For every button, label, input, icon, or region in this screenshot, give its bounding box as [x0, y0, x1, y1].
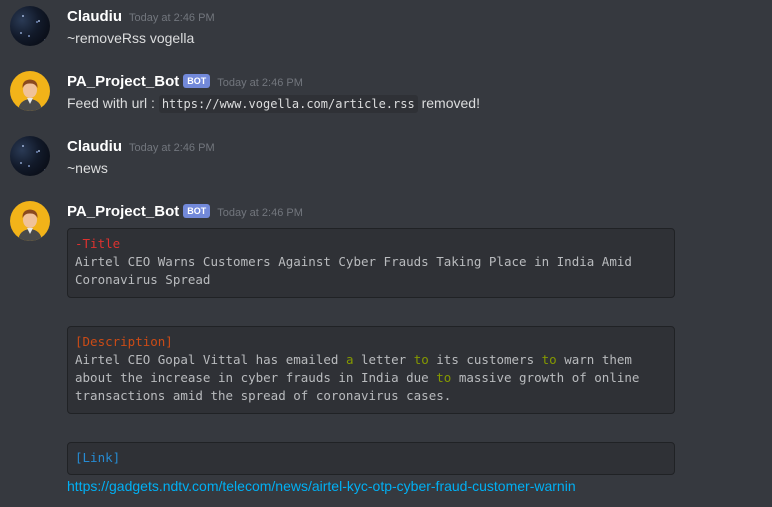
- username[interactable]: PA_Project_Bot: [67, 203, 179, 220]
- description-text: Airtel CEO Gopal Vittal has emailed: [75, 352, 346, 367]
- description-text: letter: [353, 352, 414, 367]
- user-avatar[interactable]: [10, 136, 50, 176]
- message-header: PA_Project_Bot BOT Today at 2:46 PM: [67, 203, 303, 221]
- username[interactable]: Claudiu: [67, 138, 122, 155]
- title-tag: -Title: [75, 236, 121, 251]
- description-text: transactions amid the spread of coronavi…: [75, 388, 452, 403]
- user-avatar[interactable]: [10, 6, 50, 46]
- timestamp: Today at 2:46 PM: [129, 142, 215, 154]
- message-content: ~removeRss vogella: [67, 30, 195, 46]
- person-icon: [18, 209, 42, 241]
- keyword: to: [413, 352, 429, 367]
- description-text: massive growth of online: [451, 370, 640, 385]
- username[interactable]: Claudiu: [67, 8, 122, 25]
- description-tag: [Description]: [75, 334, 173, 349]
- keyword: to: [436, 370, 452, 385]
- link-code-block: [Link]: [67, 442, 675, 475]
- message-header: Claudiu Today at 2:46 PM: [67, 8, 215, 26]
- description-code-block: [Description] Airtel CEO Gopal Vittal ha…: [67, 326, 675, 414]
- bot-badge: BOT: [183, 74, 211, 88]
- message-content: Feed with url : https://www.vogella.com/…: [67, 95, 480, 113]
- title-code-block: -Title Airtel CEO Warns Customers Agains…: [67, 228, 675, 298]
- description-text: about the increase in cyber frauds in In…: [75, 370, 437, 385]
- text-segment: Feed with url :: [67, 95, 155, 111]
- text-segment: removed!: [421, 95, 480, 111]
- username[interactable]: PA_Project_Bot: [67, 73, 179, 90]
- keyword: to: [541, 352, 557, 367]
- bot-badge: BOT: [183, 204, 211, 218]
- link-tag: [Link]: [75, 450, 121, 465]
- message-content: ~news: [67, 160, 108, 176]
- timestamp: Today at 2:46 PM: [129, 12, 215, 24]
- message-header: PA_Project_Bot BOT Today at 2:46 PM: [67, 73, 303, 91]
- bot-avatar[interactable]: [10, 201, 50, 241]
- article-link[interactable]: https://gadgets.ndtv.com/telecom/news/ai…: [67, 478, 576, 494]
- inline-code-url: https://www.vogella.com/article.rss: [158, 95, 418, 113]
- person-icon: [18, 79, 42, 111]
- bot-avatar[interactable]: [10, 71, 50, 111]
- title-line: Coronavirus Spread: [75, 272, 211, 287]
- description-text: warn them: [556, 352, 632, 367]
- timestamp: Today at 2:46 PM: [217, 207, 303, 219]
- message-header: Claudiu Today at 2:46 PM: [67, 138, 215, 156]
- description-text: its customers: [428, 352, 542, 367]
- title-line: Airtel CEO Warns Customers Against Cyber…: [75, 254, 632, 269]
- timestamp: Today at 2:46 PM: [217, 77, 303, 89]
